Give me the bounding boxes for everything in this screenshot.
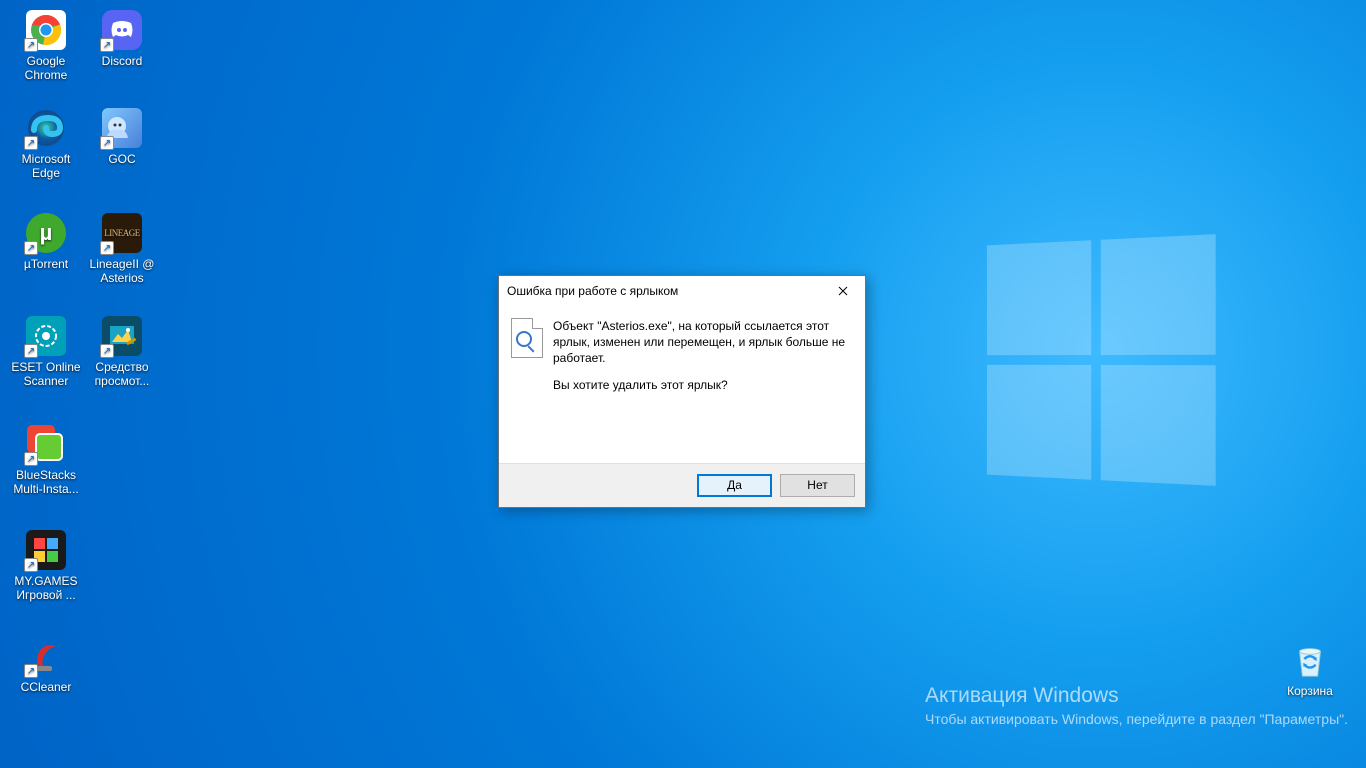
- dialog-text-2: Вы хотите удалить этот ярлык?: [553, 377, 853, 393]
- error-dialog: Ошибка при работе с ярлыком Объект "Aste…: [498, 275, 866, 508]
- shortcut-arrow-icon: ↗: [100, 38, 114, 52]
- dialog-message: Объект "Asterios.exe", на который ссылае…: [553, 318, 853, 403]
- dialog-document-search-icon: [511, 318, 543, 358]
- desktop-icon-ccleaner[interactable]: ↗ CCleaner: [10, 636, 82, 694]
- shortcut-arrow-icon: ↗: [24, 664, 38, 678]
- icon-label: CCleaner: [10, 680, 82, 694]
- shortcut-arrow-icon: ↗: [24, 558, 38, 572]
- shortcut-arrow-icon: ↗: [100, 344, 114, 358]
- dialog-title: Ошибка при работе с ярлыком: [507, 284, 678, 298]
- icon-label: Discord: [86, 54, 158, 68]
- ccleaner-icon: ↗: [26, 636, 66, 676]
- icon-label: Средство просмот...: [86, 360, 158, 388]
- dialog-titlebar[interactable]: Ошибка при работе с ярлыком: [499, 276, 865, 306]
- utorrent-icon: µ ↗: [26, 213, 66, 253]
- icon-label: Microsoft Edge: [10, 152, 82, 180]
- close-icon: [838, 286, 848, 296]
- image-viewer-icon: ↗: [102, 316, 142, 356]
- icon-label: Google Chrome: [10, 54, 82, 82]
- desktop-icon-chrome[interactable]: ↗ Google Chrome: [10, 10, 82, 82]
- icon-label: MY.GAMES Игровой ...: [10, 574, 82, 602]
- desktop-icon-mygames[interactable]: ↗ MY.GAMES Игровой ...: [10, 530, 82, 602]
- shortcut-arrow-icon: ↗: [24, 452, 38, 466]
- icon-label: BlueStacks Multi-Insta...: [10, 468, 82, 496]
- icon-label: GOC: [86, 152, 158, 166]
- desktop-icon-eset[interactable]: ↗ ESET Online Scanner: [10, 316, 82, 388]
- dialog-button-row: Да Нет: [499, 463, 865, 507]
- bluestacks-icon: ↗: [26, 424, 66, 464]
- shortcut-arrow-icon: ↗: [24, 38, 38, 52]
- discord-icon: ↗: [102, 10, 142, 50]
- icon-label: ESET Online Scanner: [10, 360, 82, 388]
- shortcut-arrow-icon: ↗: [24, 241, 38, 255]
- desktop-icon-goc[interactable]: ↗ GOC: [86, 108, 158, 166]
- shortcut-arrow-icon: ↗: [24, 136, 38, 150]
- lineage-icon: LINEAGE ↗: [102, 213, 142, 253]
- desktop-icon-lineage[interactable]: LINEAGE ↗ LineageII @ Asterios: [86, 213, 158, 285]
- desktop-icon-imageviewer[interactable]: ↗ Средство просмот...: [86, 316, 158, 388]
- shortcut-arrow-icon: ↗: [100, 241, 114, 255]
- desktop-icon-discord[interactable]: ↗ Discord: [86, 10, 158, 68]
- edge-icon: ↗: [26, 108, 66, 148]
- chrome-icon: ↗: [26, 10, 66, 50]
- dialog-text-1: Объект "Asterios.exe", на который ссылае…: [553, 318, 853, 367]
- recycle-bin-icon: [1290, 640, 1330, 680]
- shortcut-arrow-icon: ↗: [100, 136, 114, 150]
- icon-label: LineageII @ Asterios: [86, 257, 158, 285]
- desktop-icon-utorrent[interactable]: µ ↗ µTorrent: [10, 213, 82, 271]
- goc-icon: ↗: [102, 108, 142, 148]
- icon-label: Корзина: [1274, 684, 1346, 698]
- dialog-body: Объект "Asterios.exe", на который ссылае…: [499, 306, 865, 403]
- icon-label: µTorrent: [10, 257, 82, 271]
- desktop-icon-edge[interactable]: ↗ Microsoft Edge: [10, 108, 82, 180]
- eset-icon: ↗: [26, 316, 66, 356]
- shortcut-arrow-icon: ↗: [24, 344, 38, 358]
- desktop-icon-bluestacks[interactable]: ↗ BlueStacks Multi-Insta...: [10, 424, 82, 496]
- close-button[interactable]: [820, 277, 865, 306]
- mygames-icon: ↗: [26, 530, 66, 570]
- yes-button[interactable]: Да: [697, 474, 772, 497]
- no-button[interactable]: Нет: [780, 474, 855, 497]
- desktop-icon-recycle-bin[interactable]: Корзина: [1274, 640, 1346, 698]
